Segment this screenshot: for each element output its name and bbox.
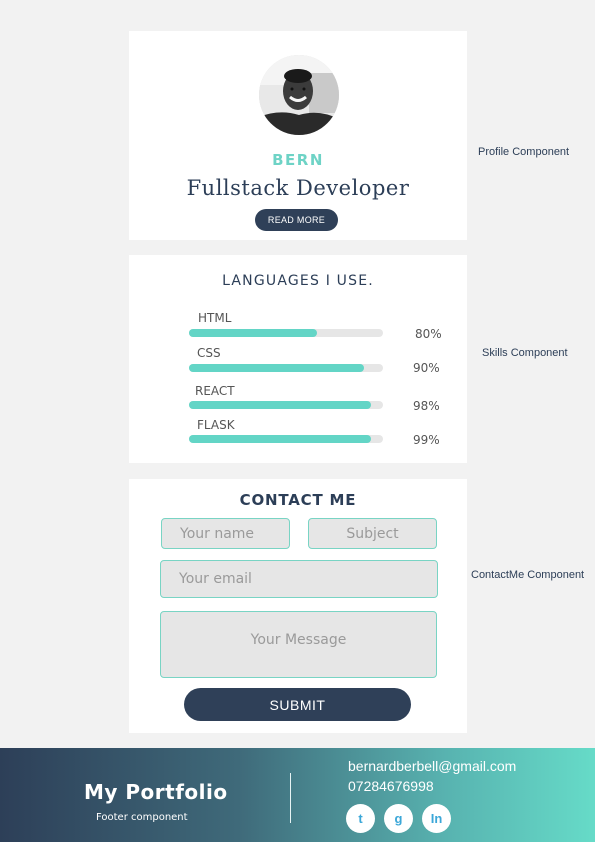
skills-title: LANGUAGES I USE. [222, 273, 374, 289]
footer-phone: 07284676998 [348, 778, 434, 794]
skill-bar-flask [189, 435, 383, 443]
profile-role: Fullstack Developer [186, 176, 410, 200]
message-textarea[interactable] [160, 611, 437, 678]
skill-bar-fill [189, 364, 364, 372]
profile-component-label: Profile Component [478, 146, 570, 158]
contact-title: CONTACT ME [239, 491, 357, 509]
footer-subtitle: Footer component [96, 812, 188, 823]
skill-bar-fill [189, 329, 318, 337]
skill-bar-fill [189, 435, 372, 443]
google-icon[interactable]: g [384, 804, 413, 833]
skills-component-label: Skills Component [482, 347, 568, 359]
skill-percent-css: 90% [413, 361, 440, 375]
footer-brand: My Portfolio [84, 780, 228, 804]
profile-name: BERN [272, 151, 324, 169]
skill-percent-flask: 99% [413, 433, 440, 447]
footer-email[interactable]: bernardberbell@gmail.com [348, 758, 516, 774]
name-input[interactable] [161, 518, 290, 549]
skill-name-react: REACT [195, 384, 235, 398]
email-input[interactable] [160, 560, 438, 598]
skill-bar-react [189, 401, 383, 409]
skill-percent-html: 80% [415, 327, 442, 341]
submit-button[interactable]: SUBMIT [184, 688, 411, 721]
subject-input[interactable] [308, 518, 437, 549]
footer: My Portfolio Footer component bernardber… [0, 748, 595, 842]
skill-name-html: HTML [198, 311, 232, 325]
skill-bar-html [189, 329, 383, 337]
contact-component-label: ContactMe Component [471, 569, 585, 581]
avatar [259, 55, 339, 135]
skill-percent-react: 98% [413, 399, 440, 413]
skill-bar-css [189, 364, 383, 372]
skill-name-css: CSS [197, 346, 221, 360]
skill-name-flask: FLASK [197, 418, 235, 432]
twitter-icon[interactable]: t [346, 804, 375, 833]
profile-card: BERN Fullstack Developer READ MORE [129, 31, 467, 240]
avatar-photo [259, 55, 339, 135]
read-more-button[interactable]: READ MORE [255, 209, 338, 231]
skill-bar-fill [189, 401, 372, 409]
contact-card: CONTACT ME SUBMIT [129, 479, 467, 733]
footer-divider [290, 773, 291, 823]
linkedin-icon[interactable]: In [422, 804, 451, 833]
skills-card: LANGUAGES I USE. HTML 80% CSS 90% REACT … [129, 255, 467, 463]
